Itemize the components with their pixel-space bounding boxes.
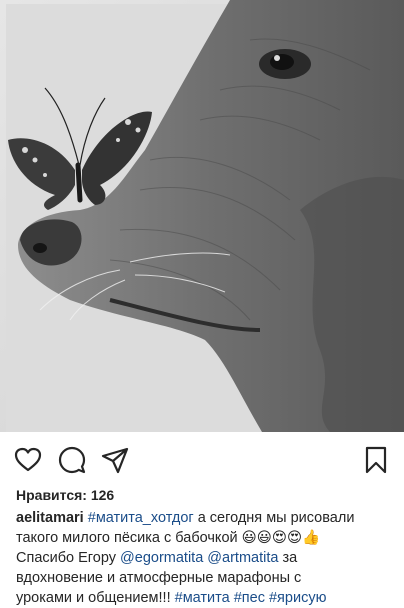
mention-link[interactable]: @egormatita xyxy=(120,550,203,566)
caption-text: а сегодня мы рисовали xyxy=(193,510,355,526)
mention-link[interactable]: @artmatita xyxy=(207,550,278,566)
post-actions-bar xyxy=(0,440,404,478)
hashtag-link[interactable]: #матита xyxy=(175,590,230,606)
dog-butterfly-drawing xyxy=(0,0,404,432)
caption-text: вдохновение и атмосферные марафоны с xyxy=(16,570,302,586)
comment-icon[interactable] xyxy=(58,446,86,474)
caption-text: Спасибо Егору xyxy=(16,550,121,566)
caption-line-3: Спасибо Егору @egormatita @artmatita за xyxy=(16,548,396,568)
hashtag-link[interactable]: #пес xyxy=(234,590,265,606)
share-icon[interactable] xyxy=(101,446,129,474)
heart-icon[interactable] xyxy=(14,446,42,474)
caption-line-1: aelitamari #матита_хотдог а сегодня мы р… xyxy=(16,508,396,528)
likes-count[interactable]: Нравится: 126 xyxy=(16,487,114,503)
caption-text: такого милого пёсика с бабочкой xyxy=(16,530,242,546)
caption-text: уроками и общением!!! xyxy=(16,590,175,606)
bookmark-icon[interactable] xyxy=(362,446,390,474)
caption-line-2: такого милого пёсика с бабочкой 😃😃😍😍👍 xyxy=(16,528,396,548)
emoji-group: 😃😃😍😍👍 xyxy=(241,530,321,546)
hashtag-link[interactable]: #матита_хотдог xyxy=(88,510,194,526)
post-caption: aelitamari #матита_хотдог а сегодня мы р… xyxy=(16,508,396,608)
post-image[interactable] xyxy=(0,0,404,432)
hashtag-link[interactable]: #ярисую xyxy=(269,590,326,606)
caption-line-5: уроками и общением!!! #матита #пес #ярис… xyxy=(16,588,396,608)
caption-text: за xyxy=(278,550,298,566)
caption-line-4: вдохновение и атмосферные марафоны с xyxy=(16,568,396,588)
caption-username[interactable]: aelitamari xyxy=(16,510,84,526)
